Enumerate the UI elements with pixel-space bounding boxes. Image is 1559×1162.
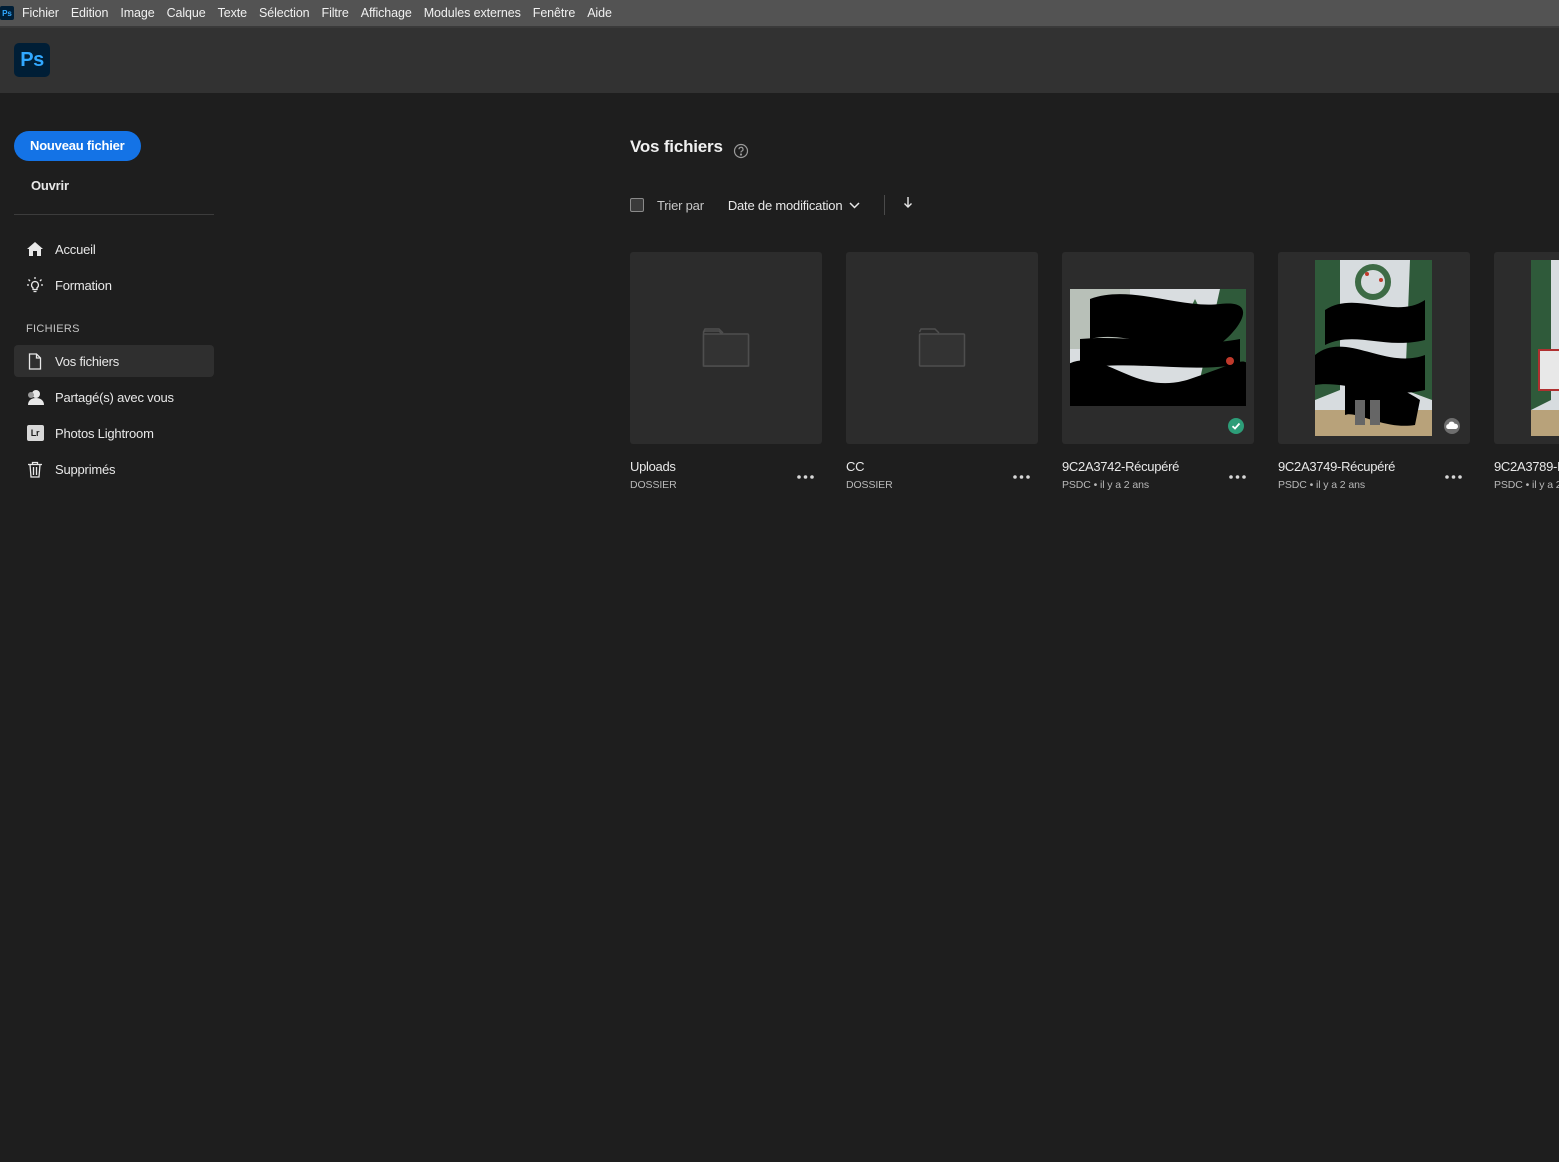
card-name: CC — [846, 459, 865, 474]
select-all-checkbox[interactable] — [630, 198, 644, 212]
card-thumbnail[interactable] — [1494, 252, 1559, 444]
card-thumbnail[interactable] — [846, 252, 1038, 444]
page-title: Vos fichiers — [630, 137, 723, 156]
menu-texte[interactable]: Texte — [218, 6, 247, 20]
open-button[interactable]: Ouvrir — [31, 178, 214, 193]
card-name: Uploads — [630, 459, 676, 474]
card-name: 9C2A3789-Récupéré — [1494, 459, 1559, 474]
app-logo-icon: Ps — [0, 6, 14, 20]
lightroom-icon: Lr — [26, 424, 44, 442]
more-options-icon[interactable] — [1445, 466, 1462, 484]
sort-toolbar: Trier par Date de modification — [630, 193, 913, 217]
file-card[interactable]: Uploads DOSSIER — [630, 252, 822, 491]
sidebar-item-supprimes[interactable]: Supprimés — [14, 453, 214, 485]
sidebar-item-label: Accueil — [55, 241, 96, 257]
lightbulb-icon — [26, 276, 44, 294]
menu-image[interactable]: Image — [120, 6, 154, 20]
synced-check-icon — [1228, 418, 1244, 434]
sidebar-item-label: Partagé(s) avec vous — [55, 389, 174, 405]
app-header: Ps — [0, 28, 1559, 93]
card-name: 9C2A3742-Récupéré — [1062, 459, 1180, 474]
home-icon — [26, 240, 44, 258]
file-grid: Uploads DOSSIER CC DOSSIER 9C2A3742-Récu… — [630, 252, 1559, 512]
arrow-down-icon — [904, 197, 913, 208]
sidebar-nav: Accueil Formation — [14, 233, 214, 301]
sidebar-item-label: Photos Lightroom — [55, 425, 154, 441]
menu-edition[interactable]: Edition — [71, 6, 109, 20]
card-meta: DOSSIER — [630, 479, 677, 491]
chevron-down-icon — [849, 201, 860, 209]
new-file-button[interactable]: Nouveau fichier — [14, 131, 141, 161]
sidebar-item-label: Supprimés — [55, 461, 116, 477]
more-options-icon[interactable] — [1229, 466, 1246, 484]
menu-fichier[interactable]: Fichier — [22, 6, 59, 20]
sidebar-item-photos-lightroom[interactable]: Lr Photos Lightroom — [14, 417, 214, 449]
menu-filtre[interactable]: Filtre — [322, 6, 349, 20]
toolbar-divider — [884, 195, 886, 215]
cloud-icon — [1444, 418, 1460, 434]
sidebar: Nouveau fichier Ouvrir Accueil Formation… — [14, 131, 214, 489]
section-label-fichiers: FICHIERS — [26, 323, 80, 335]
file-card[interactable]: 9C2A3742-Récupéré PSDC • il y a 2 ans — [1062, 252, 1254, 491]
card-meta: PSDC • il y a 2 ans — [1062, 479, 1149, 491]
more-options-icon[interactable] — [797, 466, 814, 484]
menu-selection[interactable]: Sélection — [259, 6, 310, 20]
sort-selected-value: Date de modification — [727, 197, 843, 213]
menu-bar: Ps Fichier Edition Image Calque Texte Sé… — [0, 0, 1559, 28]
card-thumbnail[interactable] — [1278, 252, 1470, 444]
menu-calque[interactable]: Calque — [167, 6, 206, 20]
help-icon[interactable] — [733, 143, 749, 164]
sidebar-item-vos-fichiers[interactable]: Vos fichiers — [14, 345, 214, 377]
lightroom-icon-text: Lr — [26, 425, 44, 441]
card-name: 9C2A3749-Récupéré — [1278, 459, 1396, 474]
sidebar-item-formation[interactable]: Formation — [14, 269, 214, 301]
trash-icon — [26, 460, 44, 478]
folder-icon — [702, 328, 750, 367]
image-thumbnail — [1315, 260, 1432, 436]
menu-fenetre[interactable]: Fenêtre — [533, 6, 575, 20]
file-icon — [26, 352, 44, 370]
sidebar-item-accueil[interactable]: Accueil — [14, 233, 214, 265]
file-card[interactable]: 9C2A3789-Récupéré PSDC • il y a 2 ans — [1494, 252, 1559, 491]
card-meta: PSDC • il y a 2 ans — [1494, 479, 1559, 491]
sidebar-divider — [14, 214, 214, 215]
folder-icon — [918, 328, 966, 367]
card-meta: PSDC • il y a 2 ans — [1278, 479, 1365, 491]
file-card[interactable]: 9C2A3749-Récupéré PSDC • il y a 2 ans — [1278, 252, 1470, 491]
user-icon — [26, 388, 44, 406]
menu-affichage[interactable]: Affichage — [361, 6, 412, 20]
image-thumbnail — [1531, 260, 1559, 436]
sort-dropdown[interactable]: Date de modification — [728, 198, 861, 213]
more-options-icon[interactable] — [1013, 466, 1030, 484]
sort-label: Trier par — [657, 197, 704, 213]
menu-modules-externes[interactable]: Modules externes — [424, 6, 521, 20]
menu-aide[interactable]: Aide — [587, 6, 612, 20]
sidebar-item-label: Vos fichiers — [55, 353, 120, 369]
sidebar-item-partages[interactable]: Partagé(s) avec vous — [14, 381, 214, 413]
image-thumbnail — [1070, 289, 1246, 406]
sort-direction-button[interactable] — [903, 196, 913, 214]
file-card[interactable]: CC DOSSIER — [846, 252, 1038, 491]
card-thumbnail[interactable] — [630, 252, 822, 444]
photoshop-logo[interactable]: Ps — [14, 43, 50, 77]
card-thumbnail[interactable] — [1062, 252, 1254, 444]
card-meta: DOSSIER — [846, 479, 893, 491]
sidebar-item-label: Formation — [55, 277, 112, 293]
